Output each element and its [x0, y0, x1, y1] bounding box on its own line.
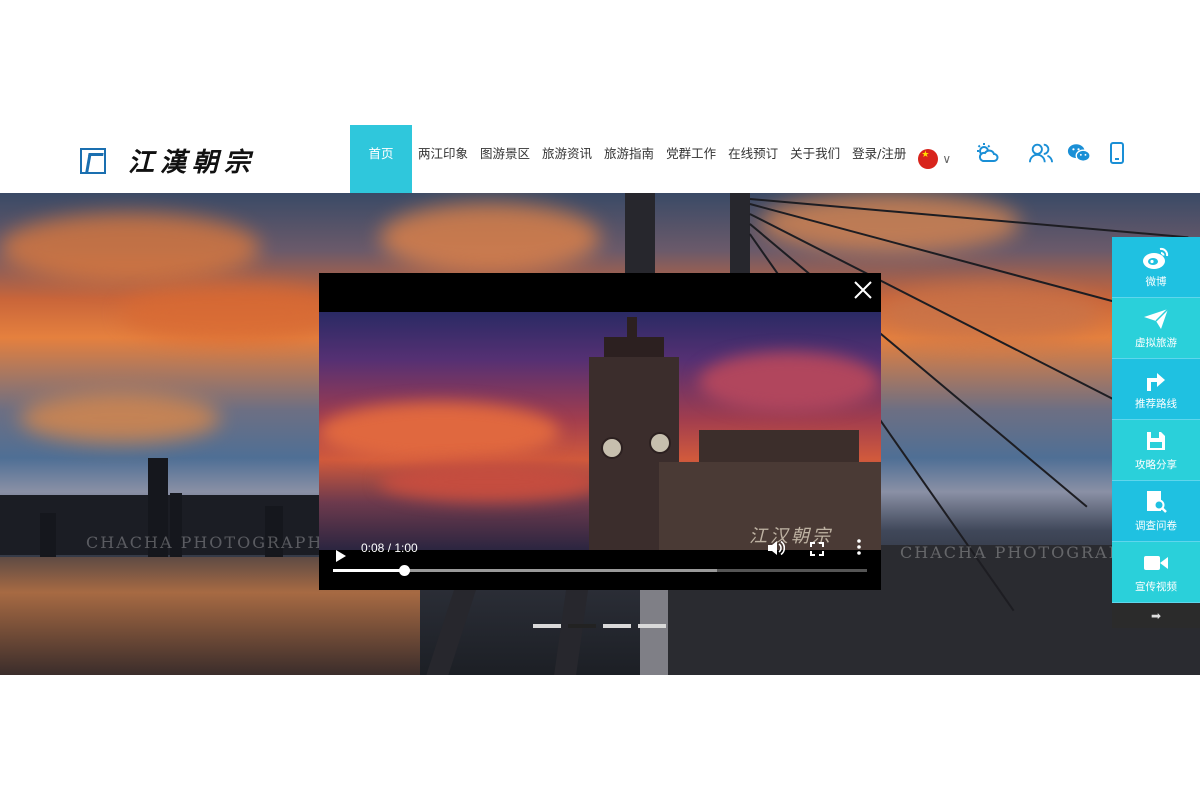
nav-item-about[interactable]: 关于我们	[784, 125, 846, 193]
sidebar-item-virtual-tour[interactable]: 虚拟旅游	[1112, 298, 1200, 359]
language-selector[interactable]: ∨	[918, 125, 951, 193]
weibo-icon	[1142, 245, 1170, 271]
video-progress-bar[interactable]	[333, 565, 867, 576]
china-flag-icon	[918, 149, 939, 169]
nav-item-party[interactable]: 党群工作	[660, 125, 722, 193]
survey-icon	[1142, 489, 1170, 515]
header-tools	[975, 141, 1143, 165]
video-player[interactable]: 江汉朝宗	[319, 312, 881, 550]
slide-dot[interactable]	[603, 624, 631, 628]
sky-cloud	[880, 283, 1100, 343]
logo-mark-icon	[80, 147, 106, 174]
logo-text: 江漢朝宗	[128, 148, 257, 178]
users-icon[interactable]	[1029, 141, 1053, 165]
progress-played	[333, 569, 405, 572]
nav-item-guide[interactable]: 旅游指南	[598, 125, 660, 193]
slide-dot-active[interactable]	[568, 624, 596, 628]
weather-icon[interactable]	[975, 141, 999, 165]
nav-item-news[interactable]: 旅游资讯	[536, 125, 598, 193]
bridge-pillar	[640, 588, 668, 675]
sidebar-item-label: 推荐路线	[1135, 398, 1177, 410]
sidebar-item-weibo[interactable]: 微博	[1112, 237, 1200, 298]
photo-watermark-left: CHACHA PHOTOGRAPHY	[86, 533, 336, 552]
sidebar-item-survey[interactable]: 调查问卷	[1112, 481, 1200, 542]
nav-item-login[interactable]: 登录/注册	[846, 125, 912, 193]
play-icon[interactable]	[335, 547, 347, 562]
slide-dot[interactable]	[533, 624, 561, 628]
bridge-pillar	[425, 588, 477, 675]
skyscraper	[40, 513, 56, 563]
clock-face	[601, 437, 623, 459]
close-icon[interactable]	[853, 280, 873, 300]
sidebar-item-video[interactable]: 宣传视频	[1112, 542, 1200, 603]
video-controls: 0:08 / 1:00	[319, 535, 881, 590]
volume-icon[interactable]	[767, 540, 786, 556]
main-nav: 首页 两江印象 图游景区 旅游资讯 旅游指南 党群工作 在线预订 关于我们 登录…	[350, 125, 951, 193]
bridge-pillar	[553, 588, 589, 675]
clock-face	[649, 432, 671, 454]
nav-item-scenic[interactable]: 图游景区	[474, 125, 536, 193]
sky-cloud	[0, 213, 260, 283]
mobile-icon[interactable]	[1105, 141, 1129, 165]
wechat-icon[interactable]	[1067, 141, 1091, 165]
sidebar-item-label: 调查问卷	[1135, 520, 1177, 532]
fullscreen-icon[interactable]	[810, 541, 824, 556]
slide-indicators	[533, 624, 673, 628]
video-cloud	[379, 462, 599, 502]
nav-item-impression[interactable]: 两江印象	[412, 125, 474, 193]
nav-item-booking[interactable]: 在线预订	[722, 125, 784, 193]
save-icon	[1142, 428, 1170, 454]
sidebar-item-share[interactable]: 攻略分享	[1112, 420, 1200, 481]
chevron-down-icon: ∨	[942, 152, 952, 166]
sky-cloud	[380, 203, 600, 273]
video-modal: 江汉朝宗 0:08 / 1:00	[319, 273, 881, 590]
paper-plane-icon	[1142, 306, 1170, 332]
sidebar-item-routes[interactable]: 推荐路线	[1112, 359, 1200, 420]
video-time: 0:08 / 1:00	[361, 541, 418, 555]
route-arrow-icon	[1142, 367, 1170, 393]
sidebar-item-label: 虚拟旅游	[1135, 337, 1177, 349]
sidebar-item-label: 微博	[1145, 276, 1167, 288]
video-camera-icon	[1142, 550, 1170, 576]
floating-sidebar: 微博 虚拟旅游 推荐路线 攻略分享 调查问卷 宣传视频 ➡	[1112, 237, 1200, 628]
site-logo[interactable]: 江漢朝宗	[80, 142, 256, 179]
video-cloud	[319, 402, 559, 462]
video-cloud	[699, 352, 879, 412]
sidebar-item-label: 攻略分享	[1135, 459, 1177, 471]
sidebar-item-label: 宣传视频	[1135, 581, 1177, 593]
progress-handle[interactable]	[399, 565, 411, 576]
nav-item-home[interactable]: 首页	[350, 125, 412, 193]
site-header: 江漢朝宗 首页 两江印象 图游景区 旅游资讯 旅游指南 党群工作 在线预订 关于…	[0, 125, 1200, 193]
bridge-pillar	[730, 193, 750, 273]
skyscraper	[170, 493, 182, 563]
arrow-right-icon[interactable]: ➡	[1112, 603, 1200, 628]
slide-dot[interactable]	[638, 624, 666, 628]
more-options-icon[interactable]	[857, 539, 861, 555]
sky-cloud	[20, 393, 220, 443]
sky-cloud	[120, 283, 340, 343]
bridge-pillar	[625, 193, 655, 273]
